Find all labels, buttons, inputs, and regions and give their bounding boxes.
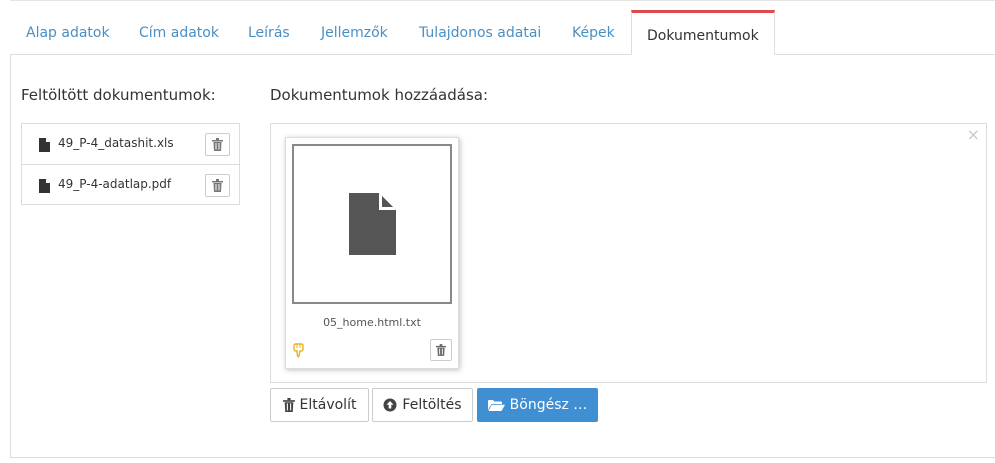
remove-button-label: Eltávolít bbox=[299, 397, 357, 413]
add-docs-title: Dokumentumok hozzáadása: bbox=[270, 86, 489, 104]
tab-kepek[interactable]: Képek bbox=[572, 13, 615, 55]
tab-alap-adatok[interactable]: Alap adatok bbox=[26, 13, 110, 55]
trash-icon bbox=[212, 138, 223, 151]
trash-icon bbox=[282, 398, 295, 412]
upload-circle-icon bbox=[383, 398, 397, 412]
preview-file-name: 05_home.html.txt bbox=[323, 316, 421, 329]
panel-bottom-border bbox=[10, 457, 995, 458]
doc-name[interactable]: 49_P-4-adatlap.pdf bbox=[58, 177, 171, 191]
file-drop-zone[interactable]: × 05_home.html.txt bbox=[270, 123, 987, 383]
upload-button[interactable]: Feltöltés bbox=[372, 388, 473, 422]
file-icon bbox=[39, 137, 50, 156]
tab-cim-adatok[interactable]: Cím adatok bbox=[139, 13, 219, 55]
doc-name[interactable]: 49_P-4_datashit.xls bbox=[58, 136, 174, 150]
delete-doc-button[interactable] bbox=[205, 174, 230, 197]
tab-jellemzok[interactable]: Jellemzők bbox=[321, 13, 388, 55]
upload-button-label: Feltöltés bbox=[402, 397, 462, 413]
file-preview-card: 05_home.html.txt bbox=[285, 137, 459, 369]
browse-button[interactable]: Böngész … bbox=[477, 388, 598, 422]
tab-leiras[interactable]: Leírás bbox=[248, 13, 290, 55]
file-icon bbox=[39, 178, 50, 197]
tab-tulajdonos-adatai[interactable]: Tulajdonos adatai bbox=[419, 13, 541, 55]
list-item: 49_P-4_datashit.xls bbox=[22, 124, 239, 164]
trash-icon bbox=[212, 179, 223, 192]
file-preview-thumbnail bbox=[292, 144, 452, 304]
trash-icon bbox=[436, 344, 446, 356]
uploaded-docs-list: 49_P-4_datashit.xls 49_P-4-adatlap.pdf bbox=[21, 123, 240, 205]
tab-dokumentumok[interactable]: Dokumentumok bbox=[631, 10, 775, 55]
remove-preview-button[interactable] bbox=[430, 339, 452, 361]
delete-doc-button[interactable] bbox=[205, 133, 230, 156]
top-border bbox=[10, 0, 995, 1]
uploaded-docs-title: Feltöltött dokumentumok: bbox=[21, 86, 216, 104]
remove-button[interactable]: Eltávolít bbox=[270, 388, 369, 422]
list-item: 49_P-4-adatlap.pdf bbox=[22, 164, 239, 204]
close-icon[interactable]: × bbox=[967, 125, 980, 144]
file-icon bbox=[348, 193, 396, 255]
folder-open-icon bbox=[487, 399, 505, 411]
drag-hand-icon[interactable] bbox=[292, 342, 306, 362]
tab-bar: Alap adatok Cím adatok Leírás Jellemzők … bbox=[10, 10, 995, 55]
browse-button-label: Böngész … bbox=[509, 397, 588, 413]
